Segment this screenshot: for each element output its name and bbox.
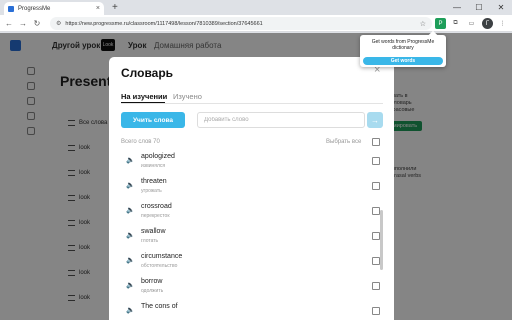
add-word-arrow-button[interactable]: → (367, 112, 383, 128)
browser-menu-icon[interactable]: ⋮ (497, 18, 508, 29)
word-translation: извинялся (141, 163, 166, 169)
word-english: swallow (141, 228, 166, 235)
word-translation: глотать (141, 238, 159, 244)
word-row: 🔈 borrow одолжить (109, 275, 394, 300)
progressme-extension-icon[interactable]: P (435, 18, 446, 29)
progressme-favicon-icon (8, 5, 14, 12)
word-english: circumstance (141, 253, 183, 260)
add-word-input[interactable] (197, 112, 365, 128)
new-tab-button[interactable]: + (112, 2, 118, 14)
forward-button[interactable]: → (16, 19, 30, 28)
minimize-button[interactable]: — (446, 0, 468, 15)
tab-strip: ProgressMe × + — ☐ ✕ (0, 0, 512, 15)
select-all-label: Выбрать все (326, 139, 362, 145)
scrollbar-thumb[interactable] (380, 210, 383, 270)
learn-words-button[interactable]: Учить слова (121, 112, 185, 128)
word-english: apologized (141, 153, 175, 160)
tab-learning[interactable]: На изучении (121, 92, 167, 101)
tabs-divider (121, 103, 383, 104)
word-checkbox[interactable] (372, 257, 380, 265)
address-bar[interactable]: ⚙ https://new.progressme.ru/classroom/11… (50, 17, 432, 30)
tab-learned[interactable]: Изучено (173, 92, 202, 101)
extensions-puzzle-icon[interactable]: ⧉ (450, 18, 461, 29)
word-checkbox[interactable] (372, 157, 380, 165)
browser-tab[interactable]: ProgressMe × (4, 2, 104, 15)
word-row: 🔈 apologized извинялся (109, 150, 394, 175)
speaker-icon[interactable]: 🔈 (126, 156, 135, 164)
bookmark-star-icon[interactable]: ☆ (420, 20, 426, 28)
speaker-icon[interactable]: 🔈 (126, 206, 135, 214)
word-english: threaten (141, 178, 167, 185)
profile-avatar[interactable]: Г (482, 18, 493, 29)
word-checkbox[interactable] (372, 282, 380, 290)
total-words-count: Всего слов 70 (121, 139, 160, 145)
word-english: crossroad (141, 203, 172, 210)
word-row: 🔈 circumstance обстоятельство (109, 250, 394, 275)
url-text: https://new.progressme.ru/classroom/1117… (65, 20, 263, 27)
word-row: 🔈 swallow глотать (109, 225, 394, 250)
speaker-icon[interactable]: 🔈 (126, 306, 135, 314)
select-all-checkbox[interactable] (372, 138, 380, 146)
tab-title: ProgressMe (18, 5, 51, 12)
browser-toolbar: ← → ↻ ⚙ https://new.progressme.ru/classr… (0, 15, 512, 32)
sidebar-panel-icon[interactable]: ▭ (466, 18, 477, 29)
word-english: borrow (141, 278, 163, 285)
word-list-scrollbar[interactable] (380, 150, 383, 320)
word-translation: угрожать (141, 188, 162, 194)
word-translation: обстоятельство (141, 263, 178, 269)
get-words-button[interactable]: Get words (363, 57, 443, 65)
speaker-icon[interactable]: 🔈 (126, 231, 135, 239)
word-row: 🔈 threaten угрожать (109, 175, 394, 200)
word-translation: одолжить (141, 288, 164, 294)
word-checkbox[interactable] (372, 207, 380, 215)
word-checkbox[interactable] (372, 182, 380, 190)
modal-title: Словарь (121, 66, 174, 80)
word-row: 🔈 The cons of (109, 300, 394, 320)
word-english: The cons of (141, 303, 178, 310)
popup-message: Get words from ProgressMe dictionary (371, 39, 435, 51)
speaker-icon[interactable]: 🔈 (126, 181, 135, 189)
extension-popup: Get words from ProgressMe dictionary Get… (360, 30, 446, 67)
word-row: 🔈 crossroad перекресток (109, 200, 394, 225)
back-button[interactable]: ← (2, 19, 16, 28)
dictionary-modal: Словарь × На изучении Изучено Учить слов… (109, 57, 394, 320)
word-translation: перекресток (141, 213, 170, 219)
word-list: 🔈 apologized извинялся 🔈 threaten угрожа… (109, 150, 394, 320)
speaker-icon[interactable]: 🔈 (126, 281, 135, 289)
speaker-icon[interactable]: 🔈 (126, 256, 135, 264)
reload-button[interactable]: ↻ (30, 19, 44, 28)
maximize-button[interactable]: ☐ (468, 0, 490, 15)
window-close-button[interactable]: ✕ (490, 0, 512, 15)
word-checkbox[interactable] (372, 307, 380, 315)
site-info-icon[interactable]: ⚙ (56, 20, 61, 27)
tab-close-icon[interactable]: × (96, 5, 100, 12)
word-checkbox[interactable] (372, 232, 380, 240)
